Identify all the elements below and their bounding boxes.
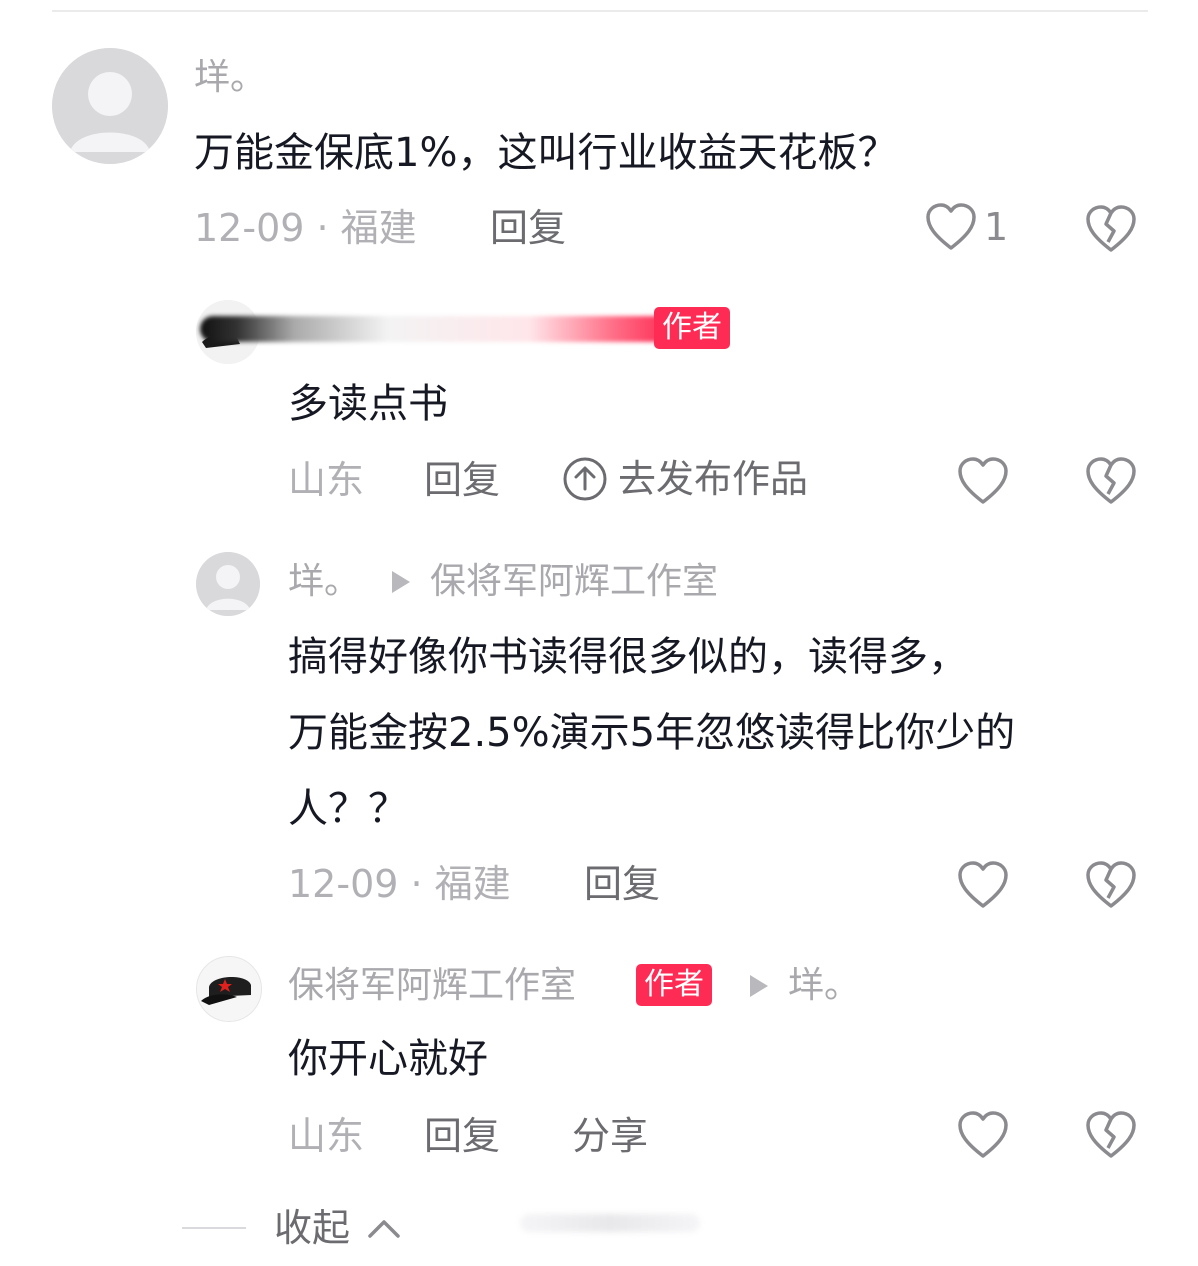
default-avatar-icon	[52, 48, 168, 164]
like-button[interactable]	[956, 1110, 1010, 1160]
publish-work-label: 去发布作品	[618, 457, 809, 501]
redacted-username	[200, 316, 670, 342]
collapse-divider	[182, 1227, 246, 1229]
default-avatar-icon	[196, 552, 260, 616]
comment-date-location: 12-09 · 福建	[288, 862, 511, 906]
avatar[interactable]	[196, 956, 262, 1022]
comment-text-line: 人？？	[288, 786, 408, 832]
like-button[interactable]	[956, 456, 1010, 506]
heart-icon	[958, 1111, 1008, 1158]
publish-work-button[interactable]: 去发布作品	[562, 456, 808, 502]
collapse-button[interactable]: 收起	[274, 1206, 350, 1250]
heart-icon	[958, 457, 1008, 504]
comment-text-line: 万能金按2.5%演示5年忽悠读得比你少的	[288, 710, 1016, 756]
broken-heart-icon	[1086, 1111, 1136, 1158]
dislike-button[interactable]	[1084, 1110, 1138, 1160]
dislike-button[interactable]	[1084, 204, 1138, 254]
dislike-button[interactable]	[1084, 860, 1138, 910]
heart-icon	[926, 203, 976, 250]
share-button[interactable]: 分享	[572, 1114, 648, 1158]
dislike-button[interactable]	[1084, 456, 1138, 506]
blurred-region	[520, 1214, 700, 1232]
broken-heart-icon	[1086, 205, 1136, 252]
comment-text: 万能金保底1%，这叫行业收益天花板？	[194, 130, 898, 176]
comment-text: 你开心就好	[288, 1036, 488, 1082]
author-badge: 作者	[654, 307, 730, 349]
reply-button[interactable]: 回复	[584, 862, 660, 906]
comment-username[interactable]: 保将军阿辉工作室	[288, 964, 576, 1008]
reply-button[interactable]: 回复	[424, 458, 500, 502]
comment-date-location: 12-09 · 福建	[194, 206, 417, 250]
avatar[interactable]	[196, 552, 260, 616]
divider	[52, 10, 1148, 12]
broken-heart-icon	[1086, 861, 1136, 908]
broken-heart-icon	[1086, 457, 1136, 504]
reply-button[interactable]: 回复	[424, 1114, 500, 1158]
play-triangle-icon	[750, 975, 768, 997]
comment-username[interactable]: 垟。	[288, 560, 360, 604]
avatar[interactable]	[52, 48, 168, 164]
author-badge: 作者	[636, 964, 712, 1006]
heart-icon	[958, 861, 1008, 908]
reply-target-username[interactable]: 垟。	[788, 964, 860, 1008]
cap-avatar-icon	[197, 957, 261, 1021]
reply-target-username[interactable]: 保将军阿辉工作室	[430, 560, 718, 604]
reply-button[interactable]: 回复	[490, 206, 566, 250]
play-triangle-icon	[392, 571, 410, 593]
comment-location: 山东	[288, 458, 365, 502]
like-button[interactable]	[956, 860, 1010, 910]
upload-icon	[563, 457, 607, 501]
like-button[interactable]: 1	[924, 202, 1008, 252]
like-count: 1	[984, 205, 1009, 249]
chevron-up-icon[interactable]	[366, 1214, 402, 1246]
comment-text-line: 搞得好像你书读得很多似的，读得多，	[288, 634, 968, 680]
comment-location: 山东	[288, 1114, 365, 1158]
comment-username[interactable]: 垟。	[194, 56, 266, 100]
comment-text: 多读点书	[288, 381, 448, 427]
